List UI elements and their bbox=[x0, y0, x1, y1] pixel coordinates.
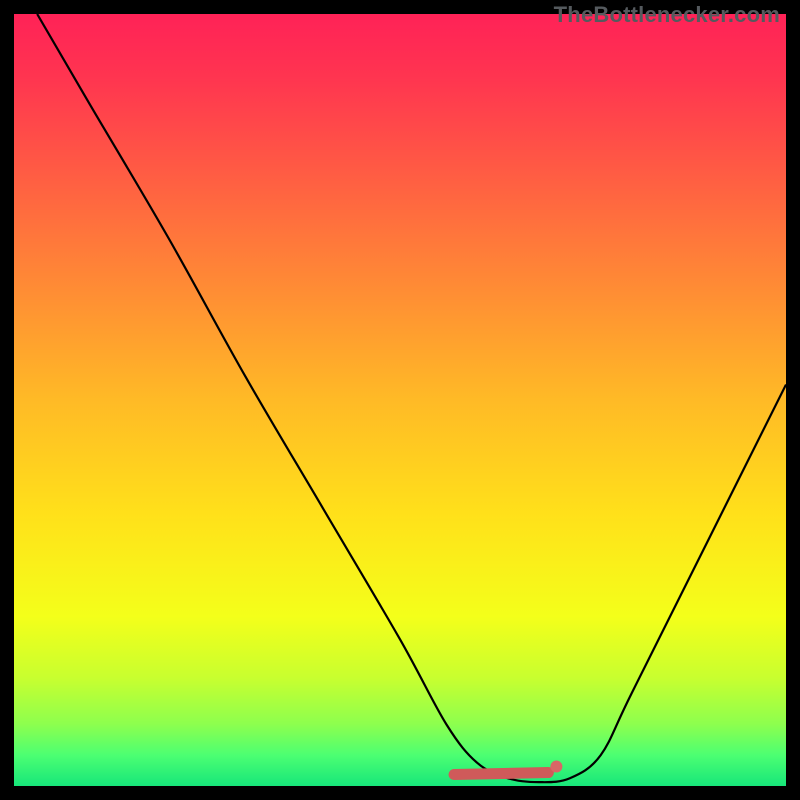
watermark-text: TheBottlenecker.com bbox=[554, 2, 780, 28]
chart-frame bbox=[14, 14, 786, 786]
bottleneck-plot bbox=[14, 14, 786, 786]
gradient-background bbox=[14, 14, 786, 786]
